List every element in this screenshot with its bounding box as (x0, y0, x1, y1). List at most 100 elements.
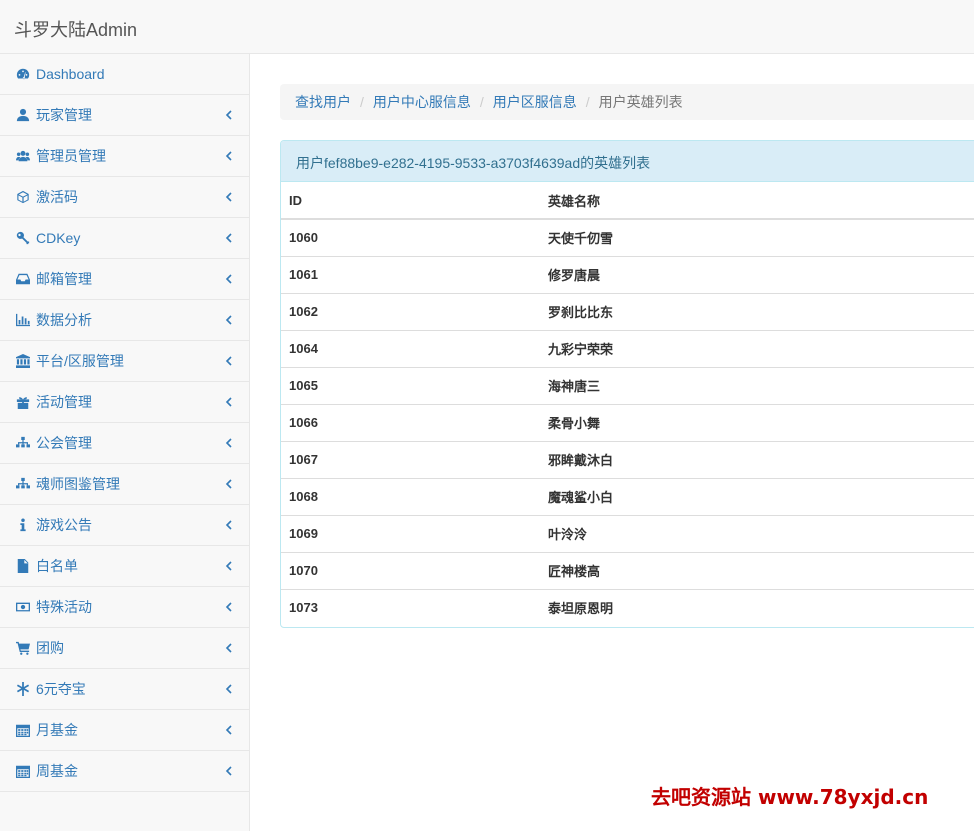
sidebar-item-user-1[interactable]: 玩家管理 (0, 95, 249, 136)
breadcrumb: 查找用户 / 用户中心服信息 / 用户区服信息 / 用户英雄列表 (280, 84, 974, 120)
chevron-left-icon[interactable] (225, 435, 235, 449)
sidebar-item-money-13[interactable]: 特殊活动 (0, 587, 249, 628)
breadcrumb-link-2[interactable]: 用户区服信息 (493, 92, 577, 112)
sidebar-item-sitemap-10[interactable]: 魂师图鉴管理 (0, 464, 249, 505)
inbox-icon (14, 272, 32, 286)
chevron-left-icon[interactable] (225, 763, 235, 777)
sidebar-item-gift-8[interactable]: 活动管理 (0, 382, 249, 423)
sidebar-item-calendar-16[interactable]: 月基金 (0, 710, 249, 751)
cell-hero-name: 泰坦原恩明 (540, 588, 974, 626)
table-row: 1062 罗刹比比东 (281, 292, 974, 330)
cell-hero-name: 柔骨小舞 (540, 403, 974, 441)
chevron-left-icon[interactable] (225, 599, 235, 613)
cell-hero-name: 罗刹比比东 (540, 292, 974, 330)
sidebar-item-users-2[interactable]: 管理员管理 (0, 136, 249, 177)
sidebar-item-file-12[interactable]: 白名单 (0, 546, 249, 587)
top-navbar: 斗罗大陆Admin (0, 0, 974, 54)
calendar-icon (14, 764, 32, 778)
info-icon (14, 518, 32, 532)
chevron-left-icon[interactable] (225, 271, 235, 285)
table-row: 1073 泰坦原恩明 (281, 588, 974, 626)
table-row: 1064 九彩宁荣荣 (281, 329, 974, 367)
breadcrumb-separator: / (585, 94, 590, 110)
chevron-left-icon[interactable] (225, 722, 235, 736)
sidebar-item-inbox-5[interactable]: 邮箱管理 (0, 259, 249, 300)
asterisk-icon (14, 682, 32, 696)
sidebar-item-label: 玩家管理 (36, 107, 92, 123)
breadcrumb-link-0[interactable]: 查找用户 (295, 92, 351, 112)
sidebar-item-label: 白名单 (36, 558, 78, 574)
chevron-left-icon[interactable] (225, 353, 235, 367)
cell-hero-name: 魔魂鲨小白 (540, 477, 974, 515)
column-header-hero-name: 英雄名称 (540, 182, 974, 220)
hero-list-panel: 用户fef88be9-e282-4195-9533-a3703f4639ad的英… (280, 140, 974, 628)
bank-icon (14, 354, 32, 368)
table-row: 1060 天使千仞雪 (281, 219, 974, 256)
sidebar-item-label: 6元夺宝 (36, 681, 86, 697)
chevron-left-icon[interactable] (225, 312, 235, 326)
sidebar-item-key-4[interactable]: CDKey (0, 218, 249, 259)
chevron-left-icon[interactable] (225, 517, 235, 531)
cell-id: 1068 (281, 477, 540, 515)
cell-id: 1066 (281, 403, 540, 441)
sidebar-item-label: 激活码 (36, 189, 78, 205)
breadcrumb-active: 用户英雄列表 (598, 94, 683, 110)
sidebar-item-label: 月基金 (36, 722, 78, 738)
table-row: 1070 匠神楼高 (281, 551, 974, 589)
sidebar-item-label: Dashboard (36, 66, 105, 82)
app-brand[interactable]: 斗罗大陆Admin (14, 16, 137, 42)
money-icon (14, 600, 32, 614)
dashboard-icon (14, 67, 32, 81)
sidebar-item-bar-chart-6[interactable]: 数据分析 (0, 300, 249, 341)
sidebar-item-calendar-17[interactable]: 周基金 (0, 751, 249, 792)
bar-chart-icon (14, 313, 32, 327)
sidebar-item-label: 周基金 (36, 763, 78, 779)
table-header-row: ID 英雄名称 (281, 182, 974, 220)
sidebar-item-asterisk-15[interactable]: 6元夺宝 (0, 669, 249, 710)
sidebar-item-label: 魂师图鉴管理 (36, 476, 120, 492)
table-row: 1068 魔魂鲨小白 (281, 477, 974, 515)
sidebar-item-label: 活动管理 (36, 394, 92, 410)
sidebar-item-dashboard-0[interactable]: Dashboard (0, 54, 249, 95)
sidebar-item-cube-3[interactable]: 激活码 (0, 177, 249, 218)
chevron-left-icon[interactable] (225, 681, 235, 695)
cell-hero-name: 叶泠泠 (540, 514, 974, 552)
breadcrumb-separator: / (479, 94, 484, 110)
sidebar-item-shopping-cart-14[interactable]: 团购 (0, 628, 249, 669)
chevron-left-icon[interactable] (225, 107, 235, 121)
sidebar-item-label: 数据分析 (36, 312, 92, 328)
cube-icon (14, 190, 32, 204)
breadcrumb-link-1[interactable]: 用户中心服信息 (373, 92, 471, 112)
cell-id: 1070 (281, 551, 540, 589)
sidebar-item-info-11[interactable]: 游戏公告 (0, 505, 249, 546)
breadcrumb-separator: / (360, 94, 364, 110)
cell-id: 1065 (281, 366, 540, 404)
cell-id: 1069 (281, 514, 540, 552)
cell-hero-name: 匠神楼高 (540, 551, 974, 589)
chevron-left-icon[interactable] (225, 640, 235, 654)
sitemap-icon (14, 477, 32, 491)
chevron-left-icon[interactable] (225, 148, 235, 162)
chevron-left-icon[interactable] (225, 230, 235, 244)
chevron-left-icon[interactable] (225, 558, 235, 572)
chevron-left-icon[interactable] (225, 394, 235, 408)
sidebar-item-label: 邮箱管理 (36, 271, 92, 287)
cell-id: 1073 (281, 588, 540, 626)
table-row: 1065 海神唐三 (281, 366, 974, 404)
chevron-left-icon[interactable] (225, 189, 235, 203)
sidebar-item-sitemap-9[interactable]: 公会管理 (0, 423, 249, 464)
cell-hero-name: 海神唐三 (540, 366, 974, 404)
sidebar-item-label: 特殊活动 (36, 599, 92, 615)
user-icon (14, 108, 32, 122)
shopping-cart-icon (14, 641, 32, 655)
table-row: 1069 叶泠泠 (281, 514, 974, 552)
cell-id: 1062 (281, 292, 540, 330)
sidebar-item-label: 平台/区服管理 (36, 353, 124, 369)
cell-hero-name: 邪眸戴沐白 (540, 440, 974, 478)
sidebar-item-bank-7[interactable]: 平台/区服管理 (0, 341, 249, 382)
chevron-left-icon[interactable] (225, 476, 235, 490)
table-row: 1061 修罗唐晨 (281, 255, 974, 293)
sidebar-item-label: 管理员管理 (36, 148, 106, 164)
users-icon (14, 149, 32, 163)
sidebar-item-label: CDKey (36, 230, 81, 246)
